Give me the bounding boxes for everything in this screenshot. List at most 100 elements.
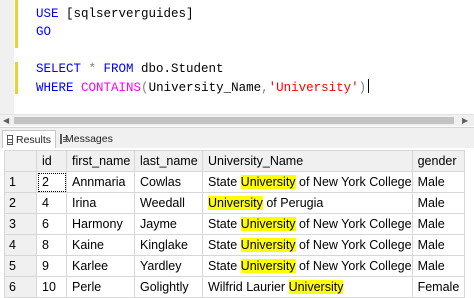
tab-messages-label: Messages [65, 133, 113, 145]
cell-university-name[interactable]: State University of New York College [202, 234, 413, 256]
row-number[interactable]: 1 [4, 171, 37, 193]
cell-last-name[interactable]: Golightly [134, 276, 203, 298]
university-text: of New York College [295, 217, 412, 231]
cell-gender[interactable]: Female [411, 276, 465, 298]
cell-id[interactable]: 2 [36, 171, 67, 193]
search-string: 'University' [268, 81, 359, 95]
table-row[interactable]: 1 2 Annmaria Cowlas State University of … [4, 171, 465, 193]
grid-header-row: id first_name last_name University_Name … [4, 150, 465, 172]
sql-code[interactable]: USE [sqlserverguides] GO SELECT * FROM d… [36, 0, 370, 96]
results-pane: id first_name last_name University_Name … [0, 148, 474, 298]
cell-id[interactable]: 4 [36, 192, 67, 214]
cell-id[interactable]: 9 [36, 255, 67, 277]
cell-gender[interactable]: Male [411, 171, 465, 193]
database-name: [sqlserverguides] [58, 7, 194, 21]
keyword-select: SELECT [36, 62, 82, 76]
highlighted-match: University [288, 280, 344, 294]
code-line-3: SELECT * FROM dbo.Student [36, 61, 224, 77]
sql-editor[interactable]: USE [sqlserverguides] GO SELECT * FROM d… [0, 0, 474, 126]
cell-last-name[interactable]: Weedall [134, 192, 203, 214]
column-name: University_Name [148, 81, 262, 95]
university-text: State [208, 238, 241, 252]
results-grid[interactable]: id first_name last_name University_Name … [4, 150, 465, 298]
row-number[interactable]: 5 [4, 255, 37, 277]
highlighted-match: University [240, 238, 296, 252]
messages-icon [60, 134, 68, 144]
cell-first-name[interactable]: Kaine [66, 234, 135, 256]
paren-open: ( [141, 81, 149, 95]
column-header-last-name[interactable]: last_name [134, 150, 203, 172]
university-text: of Perugia [262, 196, 324, 210]
keyword-go: GO [36, 25, 52, 39]
scroll-right-arrow-icon[interactable]: ▶ [462, 116, 468, 125]
cell-last-name[interactable]: Kinglake [134, 234, 203, 256]
cell-first-name[interactable]: Karlee [66, 255, 135, 277]
cell-last-name[interactable]: Yardley [134, 255, 203, 277]
keyword-from: FROM [103, 62, 134, 76]
highlighted-match: University [240, 175, 296, 189]
function-contains: CONTAINS [81, 81, 142, 95]
cell-university-name[interactable]: State University of New York College [202, 255, 413, 277]
scroll-left-arrow-icon[interactable]: ◀ [3, 116, 9, 125]
cell-university-name[interactable]: Wilfrid Laurier University [202, 276, 413, 298]
table-row[interactable]: 2 4 Irina Weedall University of Perugia … [4, 192, 465, 214]
university-text: of New York College [295, 238, 412, 252]
select-star: * [81, 62, 104, 76]
university-text: Wilfrid Laurier [208, 280, 289, 294]
cell-id[interactable]: 8 [36, 234, 67, 256]
university-text: State [208, 175, 241, 189]
cell-gender[interactable]: Male [411, 192, 465, 214]
editor-horizontal-scrollbar[interactable]: ◀ ▶ [0, 114, 474, 126]
row-number[interactable]: 4 [4, 234, 37, 256]
cell-gender[interactable]: Male [411, 255, 465, 277]
tab-messages[interactable]: Messages [56, 130, 116, 148]
keyword-use: USE [36, 7, 59, 21]
cell-first-name[interactable]: Annmaria [66, 171, 135, 193]
cell-gender[interactable]: Male [411, 213, 465, 235]
cell-last-name[interactable]: Cowlas [134, 171, 203, 193]
cell-id[interactable]: 6 [36, 213, 67, 235]
table-row[interactable]: 3 6 Harmony Jayme State University of Ne… [4, 213, 465, 235]
comma: , [261, 81, 269, 95]
cell-university-name[interactable]: State University of New York College [202, 171, 413, 193]
editor-gutter [0, 0, 14, 126]
university-text: of New York College [295, 175, 412, 189]
change-indicator-bar [15, 62, 18, 94]
cell-gender[interactable]: Male [411, 234, 465, 256]
tab-results[interactable]: Results [2, 130, 56, 148]
university-text: State [208, 259, 241, 273]
cell-university-name[interactable]: University of Perugia [202, 192, 413, 214]
cell-first-name[interactable]: Irina [66, 192, 135, 214]
cell-university-name[interactable]: State University of New York College [202, 213, 413, 235]
table-name: dbo.Student [133, 62, 224, 76]
code-line-4: WHERE CONTAINS(University_Name,'Universi… [36, 79, 370, 96]
cell-id[interactable]: 10 [36, 276, 67, 298]
cell-first-name[interactable]: Harmony [66, 213, 135, 235]
row-number[interactable]: 6 [4, 276, 37, 298]
university-text: of New York College [295, 259, 412, 273]
change-indicator-bar [15, 0, 18, 48]
table-row[interactable]: 6 10 Perle Golightly Wilfrid Laurier Uni… [4, 276, 465, 298]
table-row[interactable]: 5 9 Karlee Yardley State University of N… [4, 255, 465, 277]
keyword-where: WHERE [36, 81, 74, 95]
code-line-1: USE [sqlserverguides] [36, 6, 194, 22]
highlighted-match: University [208, 196, 263, 210]
tab-results-label: Results [15, 133, 51, 146]
table-row[interactable]: 4 8 Kaine Kinglake State University of N… [4, 234, 465, 256]
highlighted-match: University [240, 259, 296, 273]
cell-first-name[interactable]: Perle [66, 276, 135, 298]
column-header-gender[interactable]: gender [411, 150, 465, 172]
column-header-first-name[interactable]: first_name [66, 150, 135, 172]
grid-corner-cell[interactable] [4, 150, 37, 172]
code-line-2: GO [36, 24, 51, 40]
highlighted-match: University [240, 217, 296, 231]
cell-last-name[interactable]: Jayme [134, 213, 203, 235]
university-text: State [208, 217, 241, 231]
scrollbar-thumb[interactable] [14, 117, 454, 124]
results-tab-strip: Results Messages [0, 127, 474, 149]
column-header-university-name[interactable]: University_Name [202, 150, 413, 172]
text-cursor [368, 79, 370, 93]
column-header-id[interactable]: id [36, 150, 67, 172]
row-number[interactable]: 3 [4, 213, 37, 235]
row-number[interactable]: 2 [4, 192, 37, 214]
